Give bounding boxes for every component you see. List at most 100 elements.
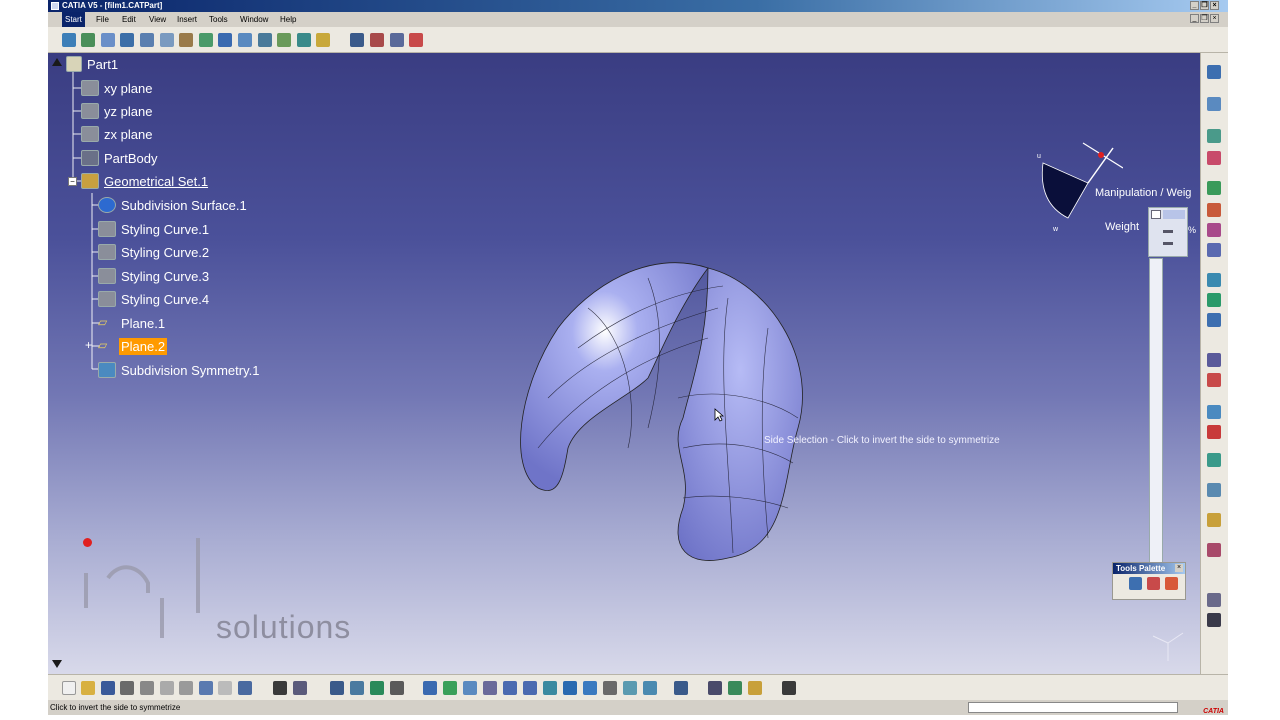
- offset-icon[interactable]: [297, 33, 311, 47]
- pen-icon[interactable]: [350, 33, 364, 47]
- comment-icon[interactable]: [293, 681, 307, 695]
- hide-show-icon[interactable]: [623, 681, 637, 695]
- pan-icon[interactable]: [463, 681, 477, 695]
- spiral-icon[interactable]: [1207, 593, 1221, 607]
- layer-filter-icon[interactable]: [728, 681, 742, 695]
- tree-node-styling-curve-3[interactable]: Styling Curve.3: [98, 266, 211, 286]
- merge-icon[interactable]: [1207, 273, 1221, 287]
- analysis-icon[interactable]: [370, 33, 384, 47]
- menu-file[interactable]: File: [96, 12, 109, 27]
- fit-all-icon[interactable]: [443, 681, 457, 695]
- cut-face-icon[interactable]: [1207, 203, 1221, 217]
- render-style-icon[interactable]: [603, 681, 617, 695]
- subdivision-surface-model[interactable]: [478, 248, 808, 568]
- grid-icon[interactable]: [218, 33, 232, 47]
- zoom-in-icon[interactable]: [503, 681, 517, 695]
- menu-start[interactable]: Start: [62, 12, 85, 27]
- help-icon[interactable]: [238, 681, 252, 695]
- command-input[interactable]: [968, 702, 1178, 713]
- copy-icon[interactable]: [160, 681, 174, 695]
- blend-icon[interactable]: [277, 33, 291, 47]
- weight-panel[interactable]: [1148, 207, 1188, 257]
- helix-icon[interactable]: [179, 33, 193, 47]
- stack-icon[interactable]: [390, 33, 404, 47]
- tree-node-xy-plane[interactable]: xy plane: [81, 78, 154, 98]
- sphere-icon[interactable]: [1207, 293, 1221, 307]
- doc-close-button[interactable]: ×: [1210, 14, 1219, 23]
- zoom-select-icon[interactable]: [1129, 577, 1142, 590]
- tree-scroll-down-icon[interactable]: [52, 660, 62, 668]
- curvature-icon[interactable]: [1207, 425, 1221, 439]
- iso-view-icon[interactable]: [583, 681, 597, 695]
- close-button[interactable]: ×: [1210, 1, 1219, 10]
- plane-tool-icon[interactable]: [120, 33, 134, 47]
- tree-node-styling-curve-4[interactable]: Styling Curve.4: [98, 289, 211, 309]
- tree-node-part1[interactable]: Part1: [66, 54, 120, 74]
- compass-tool-icon[interactable]: [1207, 613, 1221, 627]
- weight-down-icon[interactable]: [1163, 242, 1173, 245]
- menu-edit[interactable]: Edit: [122, 12, 136, 27]
- tools-palette-close-button[interactable]: ×: [1175, 564, 1183, 572]
- weight-panel-arrow-icon[interactable]: [1151, 210, 1161, 219]
- print-icon[interactable]: [120, 681, 134, 695]
- tree-node-zx-plane[interactable]: zx plane: [81, 124, 154, 144]
- tree-node-geometrical-set[interactable]: Geometrical Set.1: [81, 171, 210, 191]
- formula-icon[interactable]: [273, 681, 287, 695]
- curve-icon[interactable]: [140, 33, 154, 47]
- rotate-icon[interactable]: [483, 681, 497, 695]
- tree-node-styling-curve-1[interactable]: Styling Curve.1: [98, 219, 211, 239]
- tree-node-styling-curve-2[interactable]: Styling Curve.2: [98, 242, 211, 262]
- crease-icon[interactable]: [1207, 151, 1221, 165]
- light-icon[interactable]: [1207, 513, 1221, 527]
- paste-icon[interactable]: [179, 681, 193, 695]
- restore-button[interactable]: ❐: [1200, 1, 1209, 10]
- fill-icon[interactable]: [258, 33, 272, 47]
- undo-icon[interactable]: [199, 681, 213, 695]
- menu-view[interactable]: View: [149, 12, 166, 27]
- tree-scroll-up-icon[interactable]: [52, 58, 62, 66]
- measure-icon[interactable]: [370, 681, 384, 695]
- table-icon[interactable]: [330, 681, 344, 695]
- weight-up-icon[interactable]: [1163, 230, 1173, 233]
- normal-view-icon[interactable]: [543, 681, 557, 695]
- save-icon[interactable]: [101, 681, 115, 695]
- tree-node-subdivision-surface[interactable]: Subdivision Surface.1: [98, 195, 249, 215]
- expand-plane-2-toggle[interactable]: +: [84, 339, 93, 351]
- line-icon[interactable]: [101, 33, 115, 47]
- box-icon[interactable]: [1207, 313, 1221, 327]
- collapse-geometrical-set-toggle[interactable]: −: [68, 177, 77, 186]
- menu-insert[interactable]: Insert: [177, 12, 197, 27]
- multi-view-icon[interactable]: [563, 681, 577, 695]
- bridge-icon[interactable]: [1207, 223, 1221, 237]
- subdivision-workbench-icon[interactable]: [1207, 65, 1221, 79]
- zoom-out-icon[interactable]: [523, 681, 537, 695]
- spline-icon[interactable]: [160, 33, 174, 47]
- snap-icon[interactable]: [1207, 483, 1221, 497]
- tree-node-partbody[interactable]: PartBody: [81, 148, 159, 168]
- lock-icon[interactable]: [748, 681, 762, 695]
- analysis-tool-icon[interactable]: [1207, 405, 1221, 419]
- swap-space-icon[interactable]: [643, 681, 657, 695]
- sketch-icon[interactable]: [62, 33, 76, 47]
- doc-restore-button[interactable]: ❐: [1200, 14, 1209, 23]
- layer-icon[interactable]: [316, 33, 330, 47]
- cut-icon[interactable]: [140, 681, 154, 695]
- compass-manipulator[interactable]: u w: [1033, 133, 1123, 233]
- scan-icon[interactable]: [390, 681, 404, 695]
- point-icon[interactable]: [81, 33, 95, 47]
- doc-minimize-button[interactable]: _: [1190, 14, 1199, 23]
- catalog-icon[interactable]: [350, 681, 364, 695]
- mesh-icon[interactable]: [1207, 453, 1221, 467]
- menu-window[interactable]: Window: [240, 12, 268, 27]
- select-icon[interactable]: [1147, 577, 1160, 590]
- wave-icon[interactable]: [409, 33, 423, 47]
- minimize-button[interactable]: _: [1190, 1, 1199, 10]
- tree-node-plane-1[interactable]: ▱ Plane.1: [98, 313, 167, 333]
- trap-select-icon[interactable]: [1165, 577, 1178, 590]
- menu-help[interactable]: Help: [280, 12, 296, 27]
- symmetry-icon[interactable]: [1207, 243, 1221, 257]
- surface-icon[interactable]: [199, 33, 213, 47]
- fly-mode-icon[interactable]: [423, 681, 437, 695]
- redo-icon[interactable]: [218, 681, 232, 695]
- new-icon[interactable]: [62, 681, 76, 695]
